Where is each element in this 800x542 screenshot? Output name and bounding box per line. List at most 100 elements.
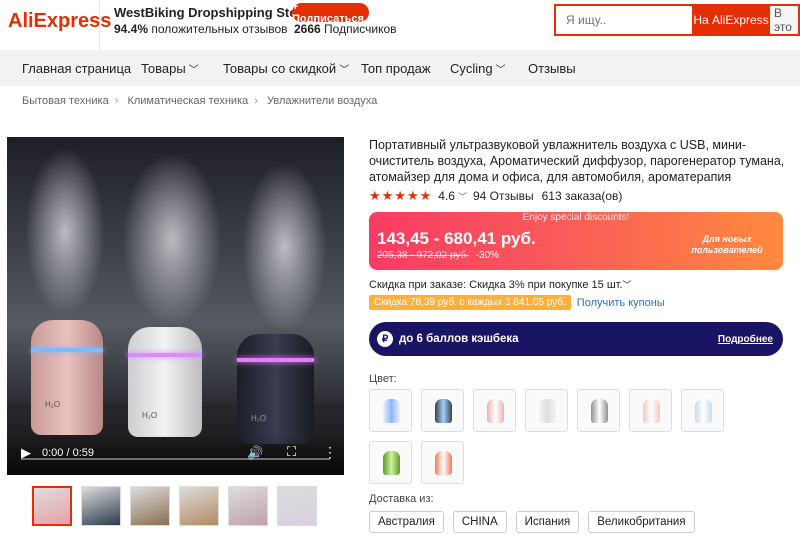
chevron-down-icon: ﹀ — [622, 280, 632, 290]
rating-value[interactable]: 4.6 — [438, 189, 455, 203]
bulk-discount[interactable]: Скидка при заказе: Скидка 3% при покупке… — [369, 278, 632, 291]
rating-stars: ★★★★★ — [369, 188, 433, 203]
thumb-6[interactable] — [277, 486, 317, 526]
humidifier-swatch-image — [643, 399, 660, 423]
swatch-white[interactable] — [525, 389, 568, 432]
humidifier-swatch-image — [435, 451, 452, 475]
swatch-pink[interactable] — [473, 389, 516, 432]
thumb-5[interactable] — [228, 486, 268, 526]
price-range: 143,45 - 680,41 руб. — [377, 229, 536, 248]
humidifier-pink: H₂O — [31, 320, 103, 435]
chevron-right-icon: › — [254, 95, 258, 107]
steam — [242, 162, 327, 332]
cashback-more-link[interactable]: Подробнее — [718, 334, 773, 345]
light-ring — [128, 353, 202, 357]
search-box: На AliExpress В это — [554, 4, 800, 36]
ship-from-option[interactable]: Испания — [515, 511, 580, 533]
thumb-1[interactable] — [32, 486, 72, 526]
humidifier-swatch-image — [487, 399, 504, 423]
product-title: Портативный ультразвуковой увлажнитель в… — [369, 138, 785, 184]
nav-label: Товары — [141, 61, 186, 76]
humidifier-white: H₂O — [128, 327, 202, 437]
thumb-4[interactable] — [179, 486, 219, 526]
steam — [122, 152, 222, 327]
swatch-orange[interactable] — [421, 441, 464, 484]
rating-row: ★★★★★ 4.6 ﹀ 94 Отзывы 613 заказа(ов) — [369, 188, 622, 204]
search-input[interactable] — [556, 6, 692, 34]
old-price-row: 205,38 - 972,02 руб. -30% — [377, 250, 499, 261]
reviews-count[interactable]: 94 Отзывы — [473, 189, 534, 203]
search-store-button[interactable]: В это — [770, 6, 798, 34]
humidifier-swatch-image — [591, 399, 608, 423]
h2o-label: H₂O — [45, 400, 61, 409]
nav-label: Товары со скидкой — [223, 61, 337, 76]
promo-banner: Enjoy special discounts! — [522, 212, 630, 223]
chevron-down-icon: ﹀ — [339, 65, 350, 76]
thumbnail-strip — [32, 486, 317, 526]
chevron-down-icon: ﹀ — [188, 65, 199, 76]
humidifier-dark: H₂O — [237, 334, 314, 444]
positive-text: положительных отзывов — [151, 22, 288, 36]
subscribe-button[interactable]: + Подписаться — [292, 1, 369, 25]
subscribers-count: 2666 — [294, 22, 321, 36]
nav-item-reviews[interactable]: Отзывы — [528, 61, 576, 76]
swatch-gray[interactable] — [577, 389, 620, 432]
humidifier-swatch-image — [435, 399, 452, 423]
discount-pct: -30% — [475, 250, 500, 261]
old-price: 205,38 - 972,02 руб. — [377, 250, 469, 261]
light-ring — [31, 348, 103, 352]
subscribers-text: Подписчиков — [324, 22, 397, 36]
swatch-green[interactable] — [369, 441, 412, 484]
chevron-down-icon: ﹀ — [457, 191, 467, 202]
swatch-clear-blue[interactable] — [681, 389, 724, 432]
cashback-banner[interactable]: ₽ до 6 баллов кэшбека Подробнее — [369, 322, 783, 356]
aliexpress-logo[interactable]: AliExpress — [8, 10, 111, 33]
breadcrumb-item[interactable]: Бытовая техника — [22, 95, 109, 107]
ship-from-option[interactable]: CHINA — [452, 511, 507, 533]
get-coupons-link[interactable]: Получить купоны — [577, 297, 665, 309]
header-divider — [99, 0, 100, 50]
ship-from-option[interactable]: Австралия — [369, 511, 444, 533]
nav-item-discount[interactable]: Товары со скидкой ﹀ — [223, 61, 349, 76]
search-aliexpress-button[interactable]: На AliExpress — [692, 6, 770, 34]
light-ring — [237, 358, 314, 362]
chevron-right-icon: › — [114, 95, 119, 107]
swatch-dark-gray[interactable] — [421, 389, 464, 432]
shipping-options: Австралия CHINA Испания Великобритания — [369, 511, 695, 533]
color-label: Цвет: — [369, 373, 397, 385]
store-name[interactable]: WestBiking Dropshipping Store — [114, 5, 310, 20]
breadcrumb: Бытовая техника › Климатическая техника › … — [22, 95, 377, 107]
humidifier-swatch-image — [695, 399, 712, 423]
product-video[interactable]: H₂O H₂O H₂O ▶ 0:00 / 0:59 🔊 ⛶ ⋮ — [7, 137, 344, 475]
thumb-2[interactable] — [81, 486, 121, 526]
video-progress-bar[interactable] — [21, 458, 330, 460]
nav-label: Топ продаж — [361, 61, 431, 76]
nav-item-products[interactable]: Товары ﹀ — [141, 61, 199, 76]
ship-from-option[interactable]: Великобритания — [588, 511, 695, 533]
humidifier-swatch-image — [383, 399, 400, 423]
nav-item-top[interactable]: Топ продаж — [361, 61, 431, 76]
nav-item-home[interactable]: Главная страница — [22, 61, 131, 76]
humidifier-swatch-image — [539, 399, 556, 423]
humidifier-swatch-image — [383, 451, 400, 475]
breadcrumb-item[interactable]: Увлажнители воздуха — [267, 95, 377, 107]
nav-label: Отзывы — [528, 61, 576, 76]
breadcrumb-item[interactable]: Климатическая техника — [127, 95, 248, 107]
steam — [25, 147, 105, 317]
coupon-badge: Скидка 78,39 руб. с каждых 3 841,05 руб. — [369, 295, 571, 310]
bulk-discount-text: Скидка при заказе: Скидка 3% при покупке… — [369, 279, 623, 291]
orders-count: 613 заказа(ов) — [541, 189, 623, 203]
nav-item-cycling[interactable]: Cycling ﹀ — [450, 61, 506, 76]
h2o-label: H₂O — [142, 411, 158, 420]
nav-label: Cycling — [450, 61, 493, 76]
h2o-label: H₂O — [251, 414, 267, 423]
swatch-white-multi[interactable] — [369, 389, 412, 432]
ruble-icon: ₽ — [377, 331, 393, 347]
coupon-row: Скидка 78,39 руб. с каждых 3 841,05 руб.… — [369, 295, 665, 310]
thumb-3[interactable] — [130, 486, 170, 526]
video-controls: ▶ 0:00 / 0:59 🔊 ⛶ ⋮ — [7, 435, 344, 475]
color-swatches — [369, 389, 749, 484]
swatch-light-pink[interactable] — [629, 389, 672, 432]
chevron-down-icon: ﹀ — [495, 65, 506, 76]
subscribers: 2666 Подписчиков — [294, 22, 397, 36]
